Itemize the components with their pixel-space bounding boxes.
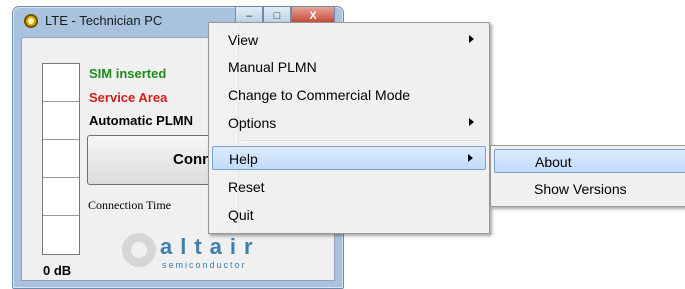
menu-item-label: Quit — [228, 207, 254, 223]
logo-word: altair — [160, 234, 261, 259]
signal-segment — [43, 64, 79, 102]
menu-item-label: View — [228, 32, 259, 48]
menu-item-options[interactable]: Options — [212, 111, 486, 135]
menu-item-label: Manual PLMN — [228, 59, 317, 75]
context-menu: View Manual PLMN Change to Commercial Mo… — [208, 22, 490, 234]
submenu-arrow-icon — [469, 118, 474, 126]
window-title: LTE - Technician PC — [45, 13, 163, 28]
menu-item-label: Change to Commercial Mode — [228, 87, 411, 103]
sim-status: SIM inserted — [89, 66, 167, 81]
connection-time-label: Connection Time — [88, 198, 172, 212]
menu-item-quit[interactable]: Quit — [212, 203, 486, 227]
altair-logo: altair semiconductor — [122, 233, 292, 273]
menu-item-manual-plmn[interactable]: Manual PLMN — [212, 55, 486, 79]
menu-item-commercial-mode[interactable]: Change to Commercial Mode — [212, 83, 486, 107]
signal-segment — [43, 140, 79, 178]
help-submenu: About Show Versions — [490, 145, 685, 207]
signal-segment — [43, 178, 79, 216]
submenu-item-about[interactable]: About — [494, 149, 685, 173]
logo-subtitle: semiconductor — [162, 260, 247, 270]
submenu-item-label: Show Versions — [534, 181, 627, 197]
submenu-arrow-icon — [468, 154, 473, 162]
menu-item-help[interactable]: Help — [212, 146, 486, 170]
menu-item-label: Options — [228, 115, 277, 131]
menu-item-view[interactable]: View — [212, 28, 486, 52]
submenu-arrow-icon — [469, 35, 474, 43]
menu-item-label: Reset — [228, 179, 265, 195]
submenu-item-label: About — [535, 154, 572, 170]
submenu-item-show-versions[interactable]: Show Versions — [494, 177, 685, 201]
signal-segment — [43, 216, 79, 253]
menu-separator — [241, 140, 483, 142]
plmn-status: Automatic PLMN — [89, 113, 193, 128]
signal-meter — [42, 63, 80, 255]
logo-mark — [122, 233, 156, 267]
menu-item-label: Help — [229, 151, 258, 167]
menu-item-reset[interactable]: Reset — [212, 175, 486, 199]
service-status: Service Area — [89, 90, 168, 105]
signal-db-label: 0 dB — [43, 263, 72, 278]
signal-segment — [43, 102, 79, 140]
app-icon — [24, 14, 38, 28]
